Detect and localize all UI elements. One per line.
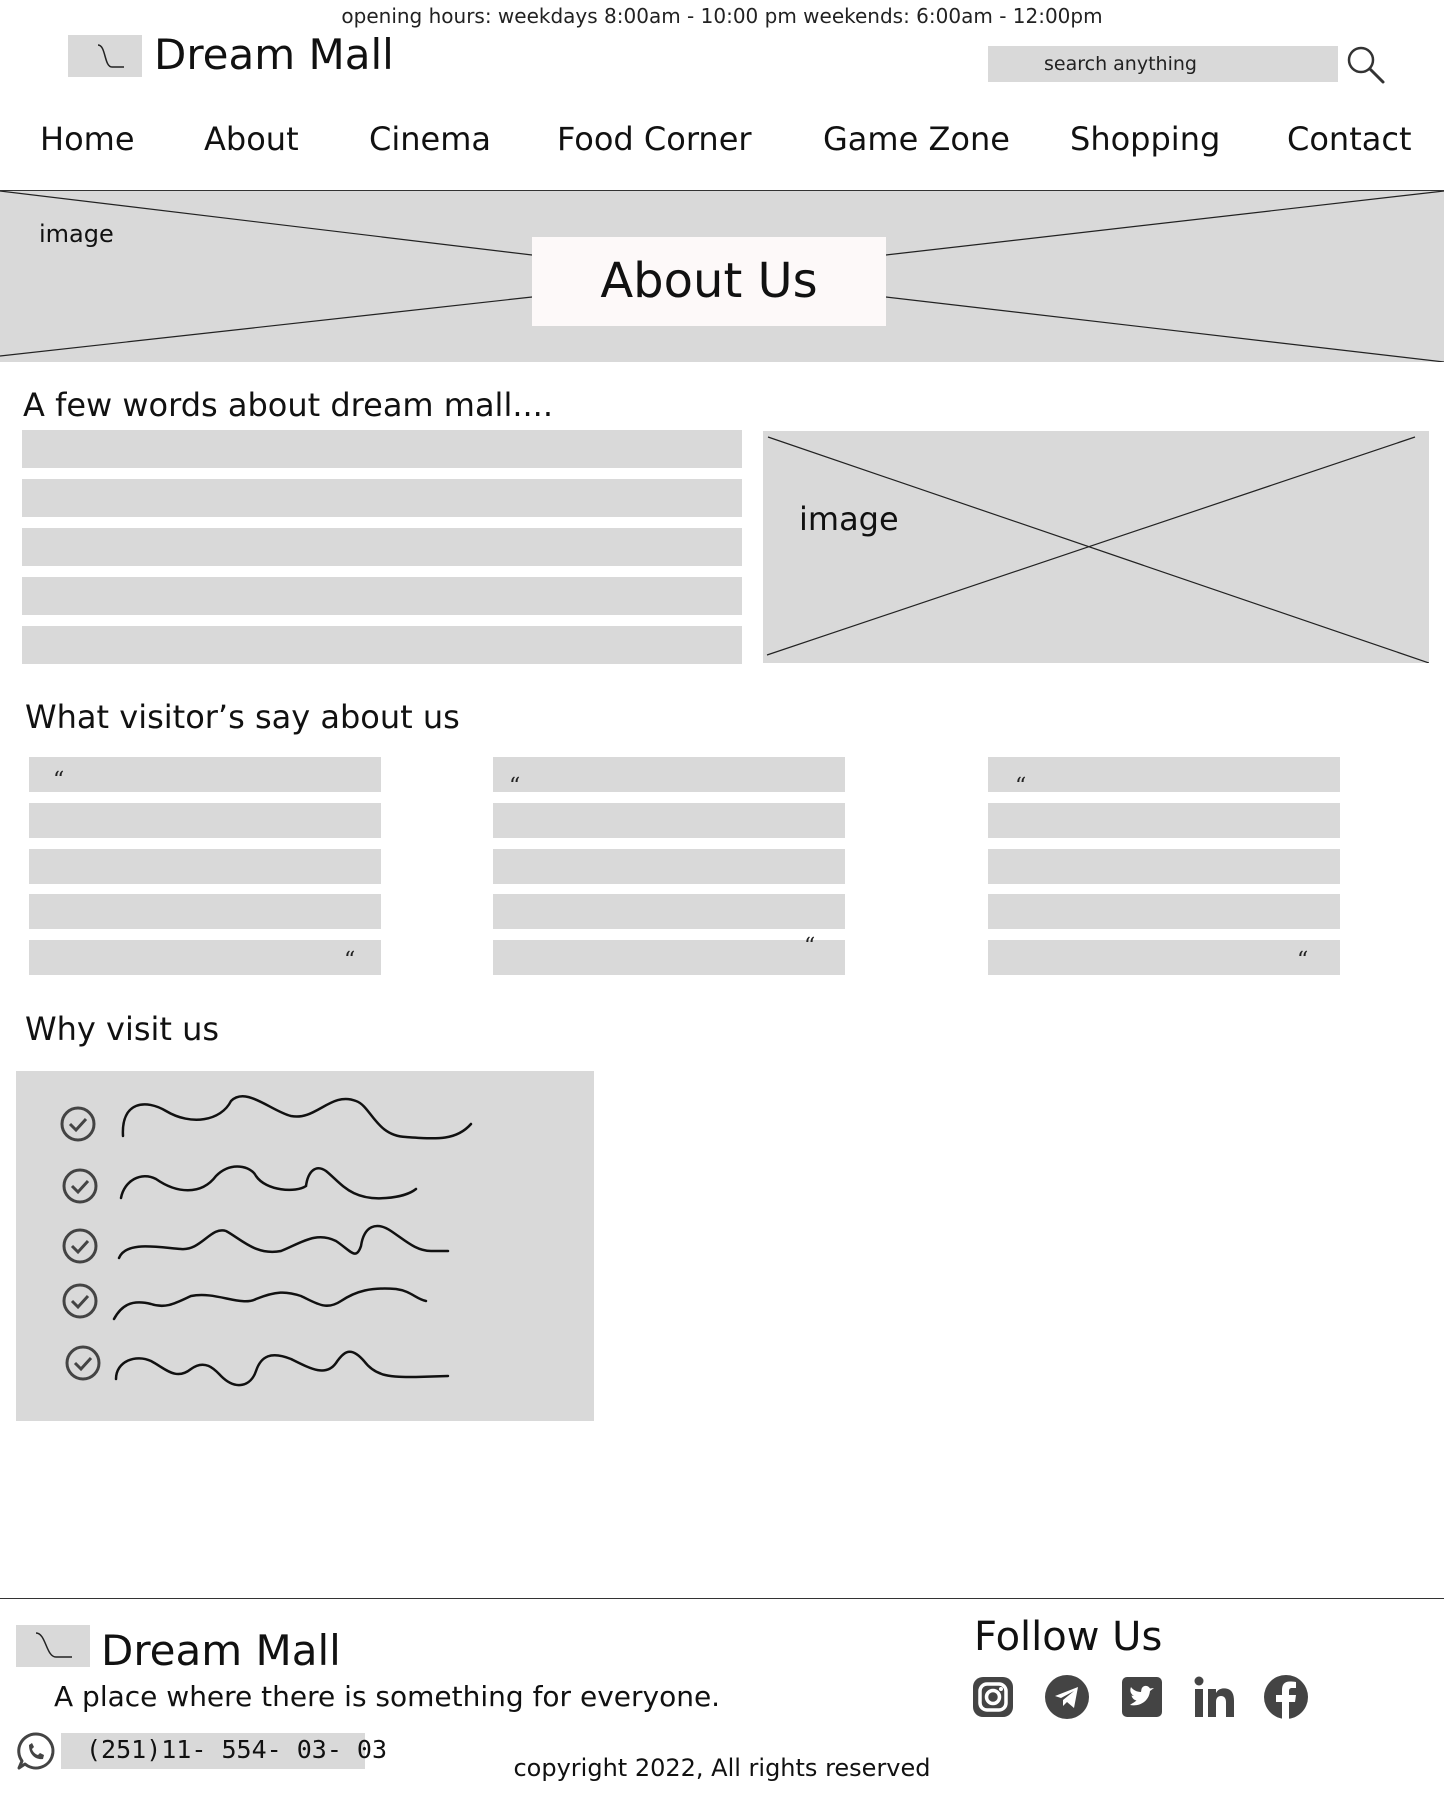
copyright-text: copyright 2022, All rights reserved [513,1754,931,1782]
nav-home[interactable]: Home [40,120,135,158]
image-placeholder-cross [766,436,1430,664]
telegram-icon[interactable] [1043,1673,1091,1721]
text-placeholder-line [22,626,742,664]
testimonial-line [493,849,845,884]
testimonial-line [29,849,381,884]
close-quote-mark: “ [1297,948,1309,973]
testimonial-line [988,803,1340,838]
logo-glyph-icon [35,1632,72,1658]
instagram-icon[interactable] [969,1673,1017,1721]
footer-brand-name: Dream Mall [101,1626,341,1675]
nav-food-corner[interactable]: Food Corner [557,120,752,158]
scribble-text-placeholder [112,1095,473,1387]
check-circle-icon [62,1228,98,1264]
why-visit-panel [16,1071,594,1421]
why-visit-heading: Why visit us [25,1010,220,1048]
check-circle-icon [62,1168,98,1204]
testimonial-line [988,894,1340,929]
search-icon[interactable] [1345,44,1387,86]
twitter-icon[interactable] [1118,1673,1166,1721]
testimonial-line [988,849,1340,884]
testimonial-line [988,757,1340,792]
nav-about[interactable]: About [204,120,299,158]
testimonial-line [29,940,381,975]
search-input[interactable] [988,46,1338,82]
about-heading: A few words about dream mall.... [23,386,554,424]
check-circle-icon [60,1106,96,1142]
close-quote-mark: “ [804,934,816,959]
text-placeholder-line [22,479,742,517]
open-quote-mark: “ [509,774,521,799]
text-placeholder-line [22,528,742,566]
testimonial-line [29,894,381,929]
testimonial-line [493,803,845,838]
open-quote-mark: “ [1015,774,1027,799]
check-circle-icon [62,1283,98,1319]
testimonial-line [493,940,845,975]
footer-tagline: A place where there is something for eve… [54,1680,721,1713]
why-visit-list [60,1095,473,1387]
nav-game-zone[interactable]: Game Zone [823,120,1010,158]
text-placeholder-line [22,430,742,468]
testimonial-line [29,803,381,838]
linkedin-icon[interactable] [1191,1673,1239,1721]
text-placeholder-line [22,577,742,615]
close-quote-mark: “ [344,948,356,973]
page-title: About Us [600,253,818,309]
testimonial-line [29,757,381,792]
brand-name[interactable]: Dream Mall [154,30,394,79]
testimonial-line [493,757,845,792]
testimonial-line [493,894,845,929]
open-quote-mark: “ [53,768,65,793]
testimonial-line [988,940,1340,975]
about-image [763,431,1430,664]
check-circle-icon [65,1345,101,1381]
nav-shopping[interactable]: Shopping [1070,120,1220,158]
logo[interactable] [68,35,142,77]
hero-image-label: image [39,220,114,248]
facebook-icon[interactable] [1262,1673,1310,1721]
logo-glyph-icon [97,44,124,68]
opening-hours: opening hours: weekdays 8:00am - 10:00 p… [341,4,1103,28]
about-image-label: image [799,500,899,538]
footer-logo[interactable] [16,1625,90,1667]
follow-us-heading: Follow Us [974,1614,1163,1660]
footer-divider [0,1598,1444,1599]
testimonials-heading: What visitor’s say about us [25,698,460,736]
nav-contact[interactable]: Contact [1287,120,1412,158]
nav-cinema[interactable]: Cinema [369,120,491,158]
